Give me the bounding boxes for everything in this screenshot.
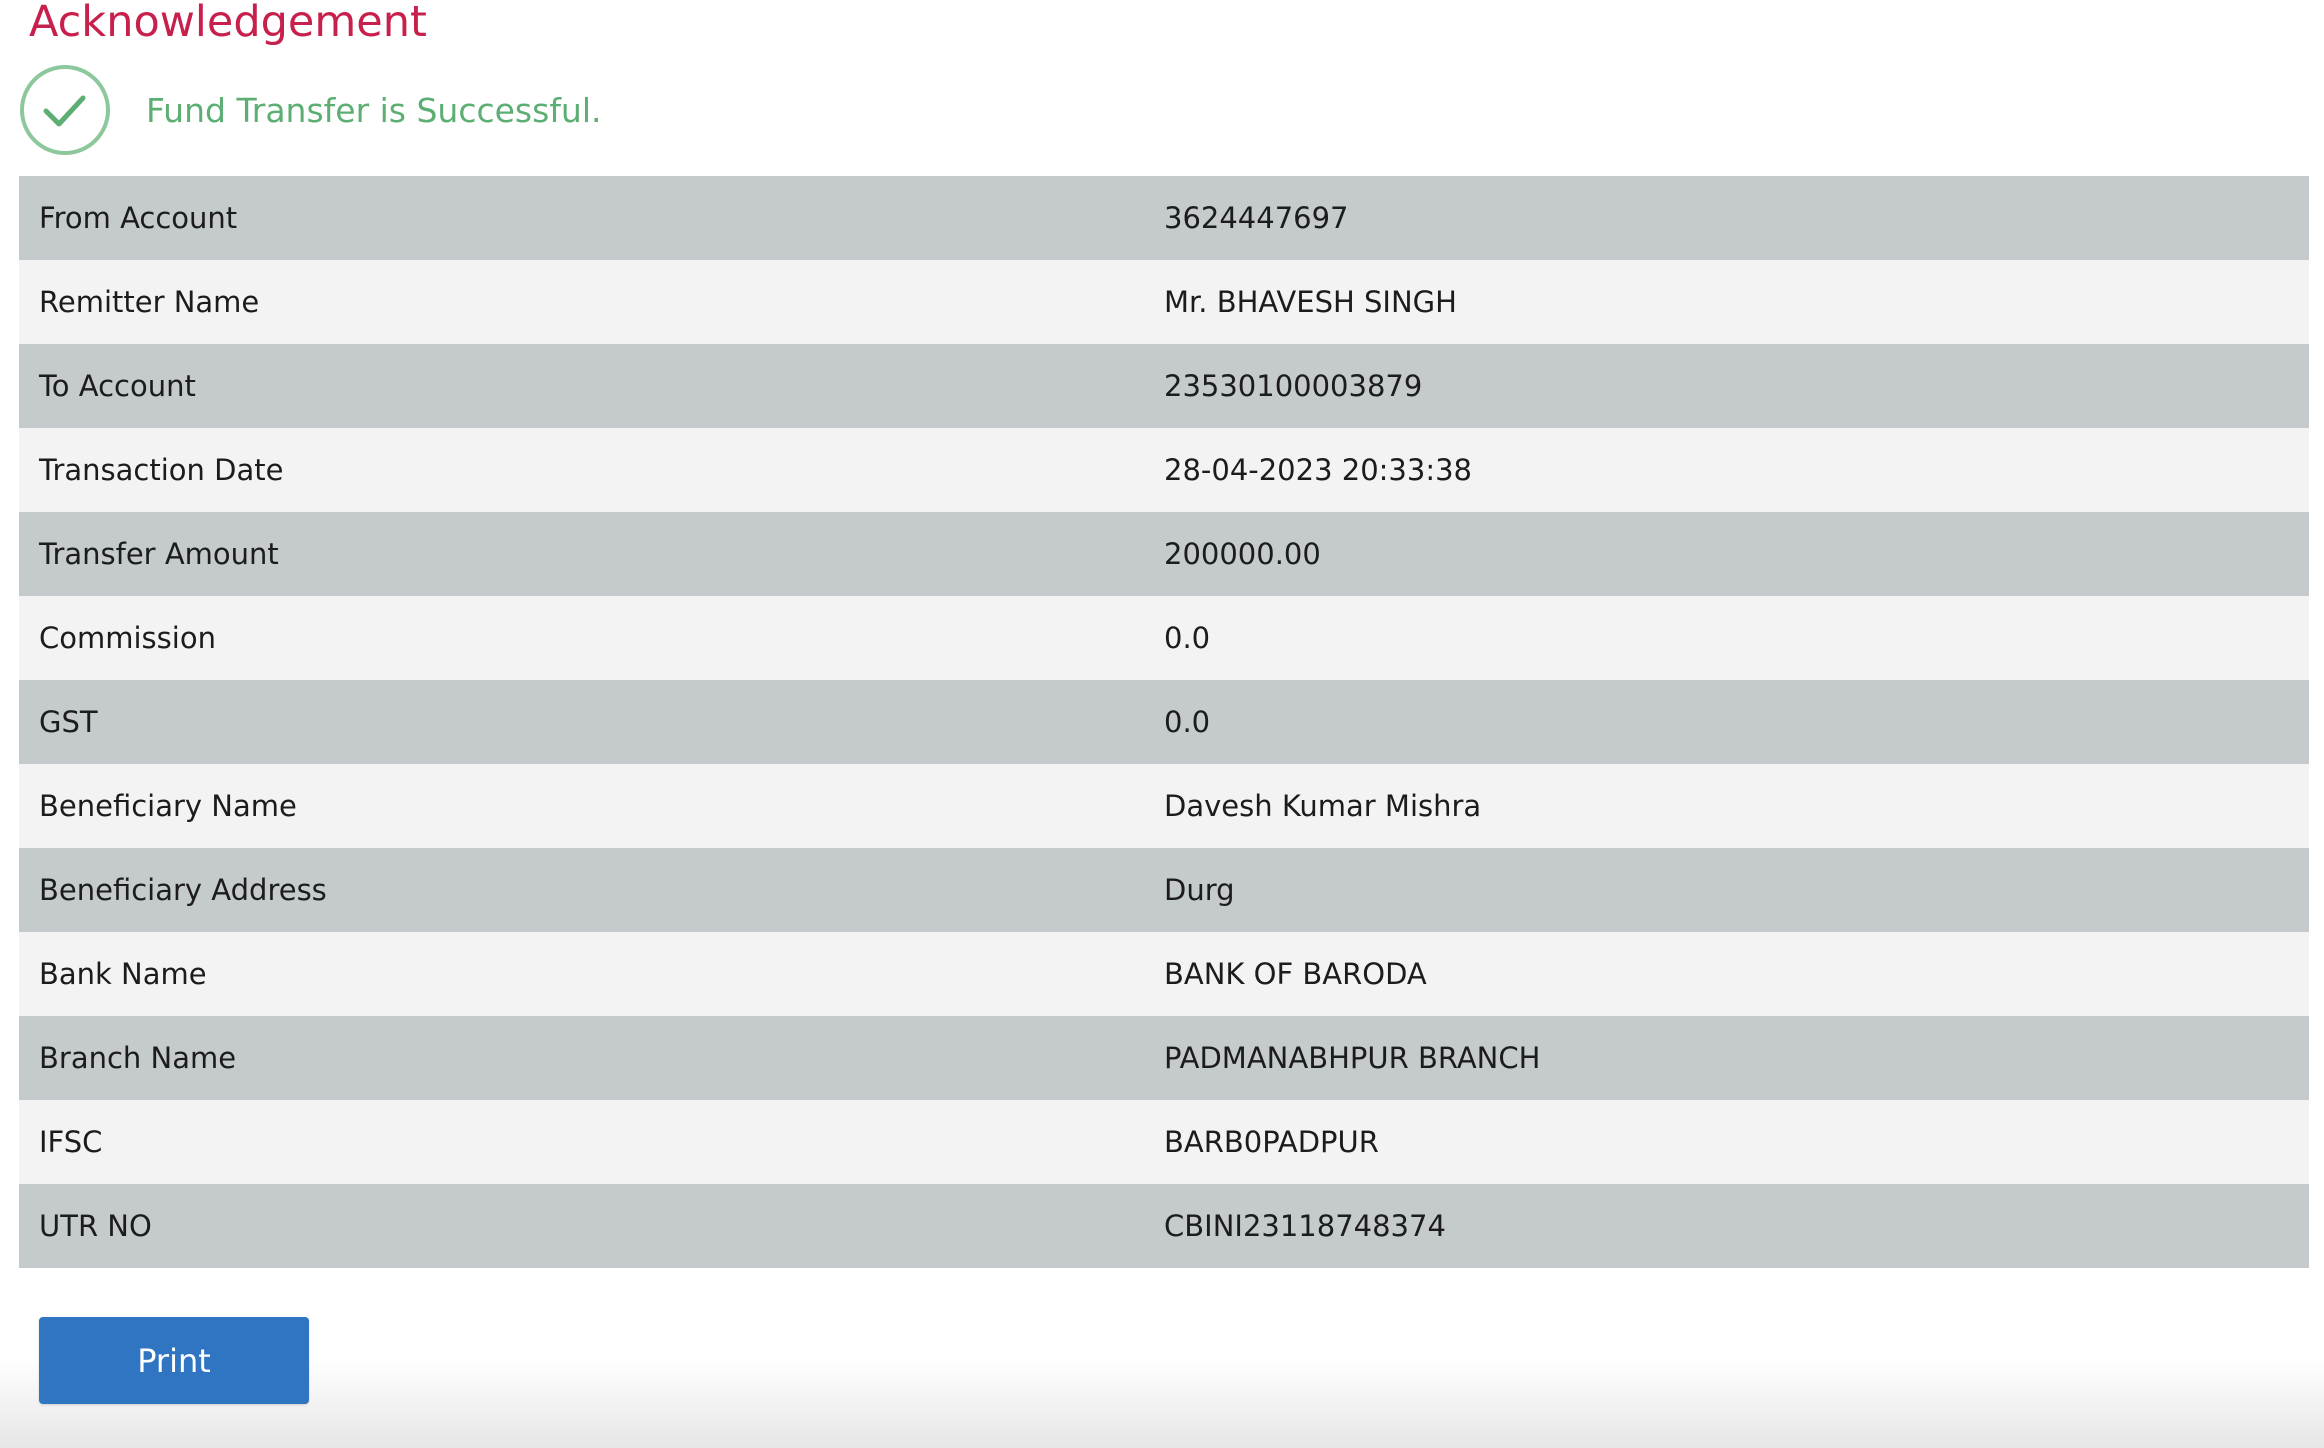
page-title: Acknowledgement bbox=[29, 0, 427, 47]
transaction-details-table: From Account 3624447697 Remitter Name Mr… bbox=[19, 176, 2309, 1268]
detail-label: Bank Name bbox=[39, 957, 207, 991]
detail-value: Mr. BHAVESH SINGH bbox=[1164, 285, 1457, 319]
detail-label: From Account bbox=[39, 201, 238, 235]
detail-value: 28-04-2023 20:33:38 bbox=[1164, 453, 1472, 487]
detail-value: 200000.00 bbox=[1164, 537, 1321, 571]
detail-value: BANK OF BARODA bbox=[1164, 957, 1427, 991]
detail-value: 0.0 bbox=[1164, 621, 1211, 655]
detail-row-from-account: From Account 3624447697 bbox=[19, 176, 2309, 260]
detail-row-utr-no: UTR NO CBINI23118748374 bbox=[19, 1184, 2309, 1268]
detail-label: GST bbox=[39, 705, 98, 739]
detail-value: Durg bbox=[1164, 873, 1235, 907]
detail-label: Transfer Amount bbox=[39, 537, 279, 571]
detail-value: PADMANABHPUR BRANCH bbox=[1164, 1041, 1541, 1075]
detail-row-transaction-date: Transaction Date 28-04-2023 20:33:38 bbox=[19, 428, 2309, 512]
detail-value: Davesh Kumar Mishra bbox=[1164, 789, 1482, 823]
detail-value: BARB0PADPUR bbox=[1164, 1125, 1379, 1159]
detail-value: 23530100003879 bbox=[1164, 369, 1423, 403]
detail-row-to-account: To Account 23530100003879 bbox=[19, 344, 2309, 428]
detail-label: UTR NO bbox=[39, 1209, 152, 1243]
detail-label: Remitter Name bbox=[39, 285, 260, 319]
detail-label: To Account bbox=[39, 369, 196, 403]
detail-row-bank-name: Bank Name BANK OF BARODA bbox=[19, 932, 2309, 1016]
footer-shade bbox=[0, 1358, 2324, 1448]
print-button[interactable]: Print bbox=[39, 1317, 309, 1404]
detail-row-beneficiary-address: Beneficiary Address Durg bbox=[19, 848, 2309, 932]
detail-row-gst: GST 0.0 bbox=[19, 680, 2309, 764]
detail-label: Branch Name bbox=[39, 1041, 237, 1075]
detail-value: 0.0 bbox=[1164, 705, 1211, 739]
detail-label: Commission bbox=[39, 621, 216, 655]
detail-row-remitter-name: Remitter Name Mr. BHAVESH SINGH bbox=[19, 260, 2309, 344]
detail-label: Transaction Date bbox=[39, 453, 284, 487]
detail-value: 3624447697 bbox=[1164, 201, 1349, 235]
detail-row-beneficiary-name: Beneficiary Name Davesh Kumar Mishra bbox=[19, 764, 2309, 848]
detail-label: Beneficiary Name bbox=[39, 789, 297, 823]
detail-value: CBINI23118748374 bbox=[1164, 1209, 1446, 1243]
detail-label: IFSC bbox=[39, 1125, 103, 1159]
detail-row-transfer-amount: Transfer Amount 200000.00 bbox=[19, 512, 2309, 596]
detail-row-branch-name: Branch Name PADMANABHPUR BRANCH bbox=[19, 1016, 2309, 1100]
detail-row-commission: Commission 0.0 bbox=[19, 596, 2309, 680]
check-circle-icon bbox=[20, 65, 110, 155]
detail-label: Beneficiary Address bbox=[39, 873, 327, 907]
detail-row-ifsc: IFSC BARB0PADPUR bbox=[19, 1100, 2309, 1184]
success-message: Fund Transfer is Successful. bbox=[19, 64, 602, 156]
success-text: Fund Transfer is Successful. bbox=[146, 90, 602, 130]
